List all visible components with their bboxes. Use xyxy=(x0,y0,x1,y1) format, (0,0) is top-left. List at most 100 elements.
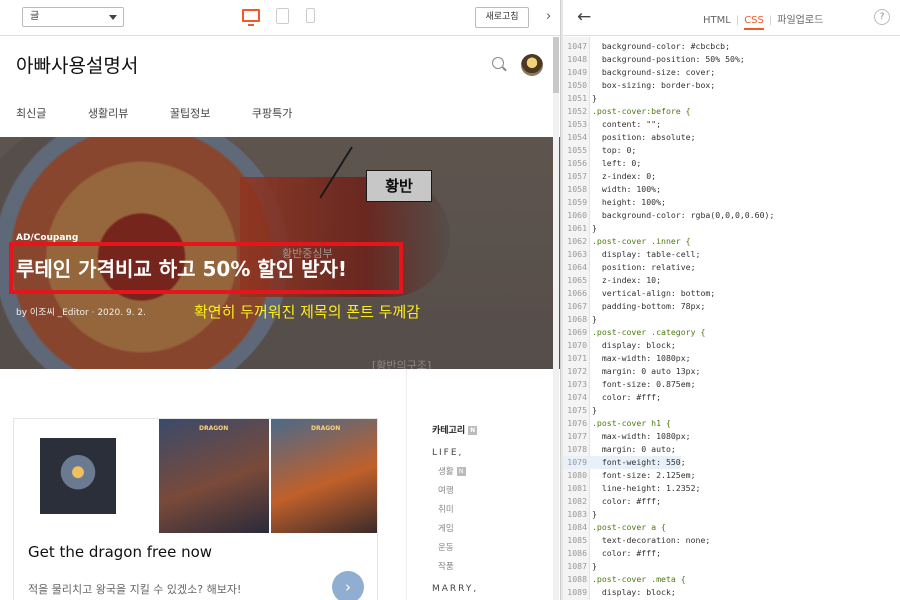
code-line[interactable]: 1073 font-size: 0.875em; xyxy=(563,378,695,391)
back-arrow-icon[interactable]: ← xyxy=(577,7,591,27)
code-line[interactable]: 1082 color: #fff; xyxy=(563,495,661,508)
tab-html[interactable]: HTML xyxy=(703,15,731,26)
line-number: 1073 xyxy=(567,379,587,389)
code-line[interactable]: 1068} xyxy=(563,313,597,326)
ad-thumbnail-throne[interactable] xyxy=(40,438,116,514)
line-number: 1076 xyxy=(567,418,587,428)
search-icon[interactable] xyxy=(492,57,504,69)
code-line[interactable]: 1065 z-index: 10; xyxy=(563,274,661,287)
code-line[interactable]: 1083} xyxy=(563,508,597,521)
code-line[interactable]: 1086 color: #fff; xyxy=(563,547,661,560)
avatar[interactable] xyxy=(521,54,543,76)
code-line[interactable]: 1071 max-width: 1080px; xyxy=(563,352,690,365)
code-line[interactable]: 1057 z-index: 0; xyxy=(563,170,656,183)
code-line[interactable]: 1060 background-color: rgba(0,0,0,0.60); xyxy=(563,209,774,222)
nav-item-tips[interactable]: 꿀팁정보 xyxy=(170,105,210,121)
code-line[interactable]: 1054 position: absolute; xyxy=(563,131,695,144)
category-item-hobby[interactable]: 취미 xyxy=(438,503,542,515)
code-line[interactable]: 1062 .post-cover .inner { xyxy=(563,235,690,248)
tablet-view-icon[interactable] xyxy=(276,8,289,24)
category-sidebar: 카테고리 N LIFE, 생활 N 여행 취미 게임 운동 작품 MARRY, xyxy=(432,423,542,594)
category-item-works[interactable]: 작품 xyxy=(438,560,542,572)
code-line[interactable]: 1053 content: ""; xyxy=(563,118,661,131)
code-line[interactable]: 1089 display: block; xyxy=(563,586,676,599)
desktop-view-icon[interactable] xyxy=(242,9,260,26)
code-line[interactable]: 1049 background-size: cover; xyxy=(563,66,715,79)
category-item-exercise[interactable]: 운동 xyxy=(438,541,542,553)
code-line[interactable]: 1078 margin: 0 auto; xyxy=(563,443,676,456)
chevron-down-icon xyxy=(109,15,117,20)
code-line[interactable]: 1077 max-width: 1080px; xyxy=(563,430,690,443)
ad-description: 적을 물리치고 왕국을 지킬 수 있겠소? 해보자! xyxy=(28,583,242,596)
code-line[interactable]: 1064 position: relative; xyxy=(563,261,695,274)
tab-css[interactable]: CSS xyxy=(744,15,764,30)
line-number: 1089 xyxy=(567,587,587,597)
scrollbar-thumb[interactable] xyxy=(553,37,559,93)
line-number: 1063 xyxy=(567,249,587,259)
code-line[interactable]: 1087} xyxy=(563,560,597,573)
code-text: box-sizing: border-box; xyxy=(592,80,716,90)
code-line[interactable]: 1052 .post-cover:before { xyxy=(563,105,690,118)
chevron-right-icon[interactable]: › xyxy=(546,9,551,25)
refresh-button[interactable]: 새로고침 xyxy=(475,7,529,28)
code-text: .post-cover a { xyxy=(592,522,666,532)
code-line[interactable]: 1066 vertical-align: bottom; xyxy=(563,287,715,300)
preview-scrollbar[interactable] xyxy=(553,37,559,600)
nav-item-coupang[interactable]: 쿠팡특가 xyxy=(252,105,292,121)
line-number: 1067 xyxy=(567,301,587,311)
ad-thumbnail-dragon-1[interactable]: DRAGON xyxy=(159,419,269,533)
code-line[interactable]: 1061} xyxy=(563,222,597,235)
ad-card[interactable]: ▷✕ DRAGON DRAGON Get the dragon free now… xyxy=(13,418,378,600)
code-line[interactable]: 1079 font-weight: 550; xyxy=(563,456,686,469)
code-line[interactable]: 1070 display: block; xyxy=(563,339,676,352)
category-item-game[interactable]: 게임 xyxy=(438,522,542,534)
code-line[interactable]: 1085 text-decoration: none; xyxy=(563,534,710,547)
code-line[interactable]: 1074 color: #fff; xyxy=(563,391,661,404)
ad-headline[interactable]: Get the dragon free now xyxy=(28,543,212,561)
category-group-marry[interactable]: MARRY, xyxy=(432,584,542,594)
mobile-view-icon[interactable] xyxy=(306,8,315,23)
code-text: color: #fff; xyxy=(592,548,662,558)
code-line[interactable]: 1048 background-position: 50% 50%; xyxy=(563,53,745,66)
code-text: } xyxy=(592,405,597,415)
help-icon[interactable]: ? xyxy=(874,9,890,25)
code-line[interactable]: 1072 margin: 0 auto 13px; xyxy=(563,365,700,378)
tab-file-upload[interactable]: 파일업로드 xyxy=(777,11,823,26)
code-text: content: ""; xyxy=(592,119,662,129)
code-line[interactable]: 1055 top: 0; xyxy=(563,144,636,157)
ad-next-button[interactable]: › xyxy=(332,571,364,600)
category-group-life[interactable]: LIFE, xyxy=(432,448,542,458)
code-line[interactable]: 1069 .post-cover .category { xyxy=(563,326,705,339)
category-item-travel[interactable]: 여행 xyxy=(438,484,542,496)
code-line[interactable]: 1059 height: 100%; xyxy=(563,196,666,209)
line-number: 1054 xyxy=(567,132,587,142)
nav-item-life-review[interactable]: 생활리뷰 xyxy=(88,105,128,121)
code-line[interactable]: 1075} xyxy=(563,404,597,417)
code-line[interactable]: 1067 padding-bottom: 78px; xyxy=(563,300,705,313)
code-line[interactable]: 1088 .post-cover .meta { xyxy=(563,573,685,586)
line-number: 1050 xyxy=(567,80,587,90)
nav-item-latest[interactable]: 최신글 xyxy=(16,105,46,121)
code-line[interactable]: 1063 display: table-cell; xyxy=(563,248,700,261)
code-line[interactable]: 1056 left: 0; xyxy=(563,157,641,170)
code-line[interactable]: 1080 font-size: 2.125em; xyxy=(563,469,695,482)
category-item-life[interactable]: 생활 N xyxy=(438,465,542,477)
code-line[interactable]: 1081 line-height: 1.2352; xyxy=(563,482,700,495)
editor-type-select[interactable]: 글 xyxy=(22,7,124,27)
code-line[interactable]: 1084 .post-cover a { xyxy=(563,521,666,534)
code-line[interactable]: 1050 box-sizing: border-box; xyxy=(563,79,715,92)
code-line[interactable]: 1047 background-color: #cbcbcb; xyxy=(563,40,730,53)
editor-type-select-value: 글 xyxy=(30,11,40,22)
line-number: 1059 xyxy=(567,197,587,207)
preview-toolbar: 글 새로고침 › xyxy=(0,0,560,36)
css-editor[interactable]: 1047 background-color: #cbcbcb; 1048 back… xyxy=(563,37,900,600)
code-text: background-color: #cbcbcb; xyxy=(592,41,731,51)
code-text: display: block; xyxy=(592,587,676,597)
blog-title[interactable]: 아빠사용설명서 xyxy=(16,51,138,78)
ad-thumbnail-dragon-2[interactable]: DRAGON xyxy=(271,419,377,533)
line-number: 1053 xyxy=(567,119,587,129)
code-line[interactable]: 1051} xyxy=(563,92,597,105)
thumb-caption: DRAGON xyxy=(311,425,341,432)
code-line[interactable]: 1058 width: 100%; xyxy=(563,183,661,196)
code-line[interactable]: 1076 .post-cover h1 { xyxy=(563,417,671,430)
